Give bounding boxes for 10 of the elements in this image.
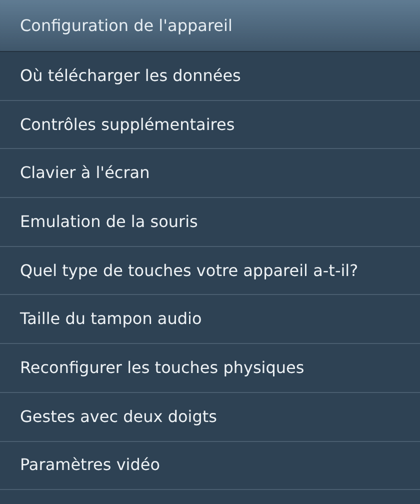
menu-item[interactable]: Quel type de touches votre appareil a-t-il?	[0, 246, 420, 296]
menu-item[interactable]: Contrôles supplémentaires	[0, 100, 420, 150]
menu-item[interactable]: Taille du tampon audio	[0, 295, 420, 344]
menu-header: Configuration de l'appareil	[0, 0, 420, 52]
menu-item[interactable]: Gestes avec deux doigts	[0, 392, 420, 442]
menu-item[interactable]: Où télécharger les données	[0, 52, 420, 101]
menu-item[interactable]: Reconfigurer les touches physiques	[0, 344, 420, 393]
menu-item[interactable]: Emulation de la souris	[0, 198, 420, 247]
menu-item[interactable]: Paramètres vidéo	[0, 442, 420, 490]
menu-item[interactable]: Clavier à l'écran	[0, 149, 420, 198]
